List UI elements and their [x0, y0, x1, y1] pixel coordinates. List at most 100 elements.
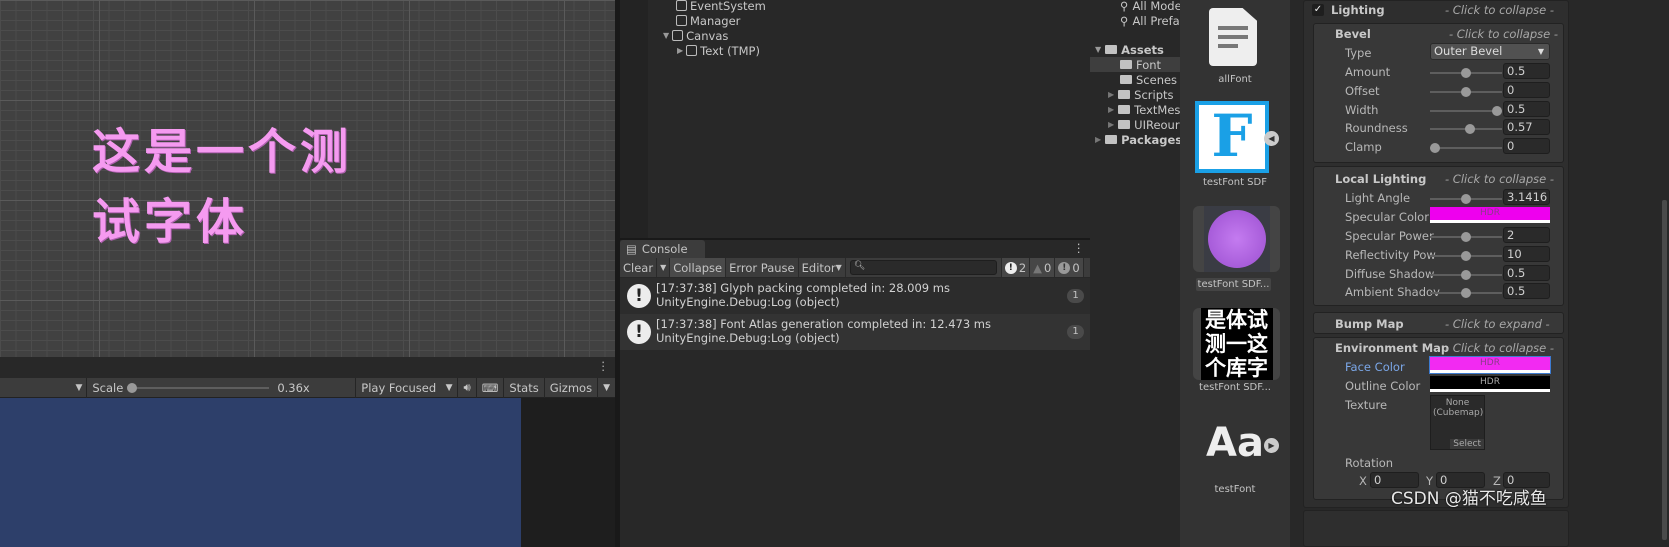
property-slider[interactable]	[1430, 86, 1502, 97]
property-field[interactable]: 2	[1503, 227, 1550, 243]
console-entry[interactable]: ! [17:37:38] Glyph packing completed in: …	[620, 278, 1090, 314]
atlas-texture-icon[interactable]: 是体试测一这个库字	[1193, 308, 1280, 380]
environment-map-header[interactable]: Environment Map	[1335, 341, 1449, 355]
property-field[interactable]: 0.5	[1503, 63, 1550, 79]
error-filter-toggle[interactable]: ! 0	[1055, 258, 1084, 277]
slider-knob[interactable]	[1461, 68, 1471, 78]
more-icon[interactable]: ⋮	[1073, 241, 1085, 255]
collapse-hint[interactable]: - Click to collapse -	[1445, 3, 1554, 17]
hierarchy-item[interactable]: Manager	[676, 13, 740, 28]
property-slider[interactable]	[1430, 269, 1502, 280]
scale-slider[interactable]: Scale 0.36x	[86, 377, 355, 398]
stats-button[interactable]: Stats	[503, 377, 543, 398]
bump-map-header[interactable]: Bump Map	[1335, 317, 1404, 331]
shortcuts-button[interactable]: ⌨	[475, 377, 504, 398]
property-field[interactable]: 0	[1503, 81, 1550, 98]
property-field[interactable]: 0.5	[1503, 100, 1550, 117]
display-dropdown[interactable]: ▼	[0, 383, 86, 393]
property-slider[interactable]	[1430, 232, 1502, 242]
property-slider[interactable]	[1430, 143, 1502, 154]
tab-console[interactable]: ▤ Console	[620, 240, 705, 258]
cubemap-texture-field[interactable]: None (Cubemap) Select	[1430, 395, 1485, 450]
slider-knob[interactable]	[1461, 232, 1471, 242]
console-search-input[interactable]: 🔍︎	[849, 260, 997, 275]
collapse-hint[interactable]: - Click to collapse -	[1449, 27, 1558, 41]
property-field[interactable]: 0.5	[1503, 264, 1550, 281]
face-color-field[interactable]: HDR	[1429, 356, 1551, 374]
inspector-scrollbar[interactable]	[1662, 200, 1667, 540]
gizmos-button[interactable]: Gizmos	[543, 377, 597, 398]
specular-color-field[interactable]: HDR	[1430, 207, 1550, 223]
outline-color-field[interactable]: HDR	[1430, 376, 1550, 392]
font-asset-icon[interactable]: F	[1195, 101, 1269, 173]
folder-uireource[interactable]: ▶ UIReource	[1090, 117, 1180, 132]
glow-section[interactable]	[1303, 510, 1569, 547]
bevel-type-dropdown[interactable]: Outer Bevel ▼	[1430, 43, 1550, 60]
play-arrow-icon[interactable]: ▶	[1264, 438, 1279, 453]
item-label: Packages	[1121, 132, 1180, 147]
font-icon[interactable]: Aa	[1206, 420, 1264, 466]
folder-packages[interactable]: ▶ Packages	[1090, 132, 1180, 147]
play-mode-dropdown[interactable]: Play Focused ▼	[355, 377, 457, 398]
hierarchy-item[interactable]: EventSystem	[676, 0, 766, 13]
sdf-atlas-icon[interactable]	[1193, 206, 1280, 272]
clear-dropdown[interactable]: ▼	[657, 258, 671, 277]
scale-knob[interactable]	[127, 382, 138, 393]
mute-audio-button[interactable]: 🔊︎	[457, 377, 475, 398]
slider-knob[interactable]	[1461, 194, 1471, 204]
folder-scripts[interactable]: ▶ Scripts	[1090, 87, 1180, 102]
property-field[interactable]: 10	[1503, 245, 1550, 262]
collapse-arrow-icon[interactable]: ▶	[677, 46, 683, 55]
lighting-checkbox[interactable]: ✓	[1312, 4, 1324, 16]
light-angle-field[interactable]: 3.1416	[1503, 189, 1550, 205]
property-slider[interactable]	[1430, 250, 1502, 261]
select-button[interactable]: Select	[1450, 439, 1484, 449]
collapse-button[interactable]: Collapse	[670, 258, 727, 277]
folder-scenes[interactable]: Scenes	[1090, 72, 1180, 87]
folder-assets[interactable]: ▼ Assets	[1090, 42, 1180, 57]
item-label: Text (TMP)	[700, 43, 760, 58]
lighting-header[interactable]: Lighting	[1331, 3, 1385, 17]
gizmos-dropdown[interactable]: ▼	[597, 377, 615, 398]
property-field[interactable]: 0.5	[1503, 283, 1550, 300]
item-label: Scripts	[1134, 87, 1174, 102]
scene-view[interactable]: 这是一个测 试字体	[0, 0, 615, 357]
local-lighting-header[interactable]: Local Lighting	[1335, 172, 1426, 186]
slider-knob[interactable]	[1461, 269, 1471, 280]
slider-knob[interactable]	[1492, 105, 1502, 116]
light-angle-slider[interactable]	[1430, 194, 1502, 204]
console-entry[interactable]: ! [17:37:38] Font Atlas generation comple…	[620, 314, 1090, 350]
folder-font[interactable]: Font	[1090, 57, 1180, 72]
text-file-icon[interactable]	[1209, 8, 1257, 66]
expand-arrow-icon[interactable]: ◀	[1264, 131, 1279, 146]
more-icon[interactable]: ⋮	[598, 359, 610, 373]
property-slider[interactable]	[1430, 288, 1502, 299]
property-slider[interactable]	[1430, 105, 1502, 116]
folder-icon	[1120, 75, 1132, 84]
clear-button[interactable]: Clear	[620, 258, 658, 277]
hierarchy-item[interactable]: ▶ Text (TMP)	[677, 43, 760, 58]
editor-dropdown[interactable]: Editor ▼	[799, 258, 846, 277]
search-filter-item[interactable]: ⚲All Prefabs	[1090, 13, 1180, 28]
item-label: EventSystem	[690, 0, 766, 13]
hierarchy-item[interactable]: ▼ Canvas	[663, 28, 728, 43]
game-view[interactable]	[0, 398, 521, 547]
folder-textmeshpro[interactable]: ▶ TextMesh Pro	[1090, 102, 1180, 117]
collapse-hint[interactable]: - Click to collapse -	[1445, 341, 1554, 355]
expand-arrow-icon[interactable]: ▼	[663, 31, 669, 40]
property-field[interactable]: 0.57	[1503, 119, 1550, 136]
log-filter-toggle[interactable]: ! 2	[1000, 258, 1031, 277]
collapse-hint[interactable]: - Click to collapse -	[1445, 172, 1554, 186]
expand-hint[interactable]: - Click to expand -	[1445, 317, 1550, 331]
error-pause-button[interactable]: Error Pause	[726, 258, 799, 277]
property-slider[interactable]	[1430, 68, 1502, 78]
warning-filter-toggle[interactable]: ▲ 0	[1030, 258, 1056, 277]
slider-knob[interactable]	[1461, 250, 1471, 261]
search-filter-item[interactable]: ⚲All Models	[1090, 0, 1180, 13]
slider-knob[interactable]	[1461, 86, 1471, 97]
property-slider[interactable]	[1430, 124, 1502, 135]
rotation-label: Rotation	[1345, 456, 1394, 470]
property-field[interactable]: 0	[1503, 138, 1550, 155]
message-text: [17:37:38] Font Atlas generation complet…	[656, 317, 992, 331]
bevel-header[interactable]: Bevel	[1335, 27, 1371, 41]
